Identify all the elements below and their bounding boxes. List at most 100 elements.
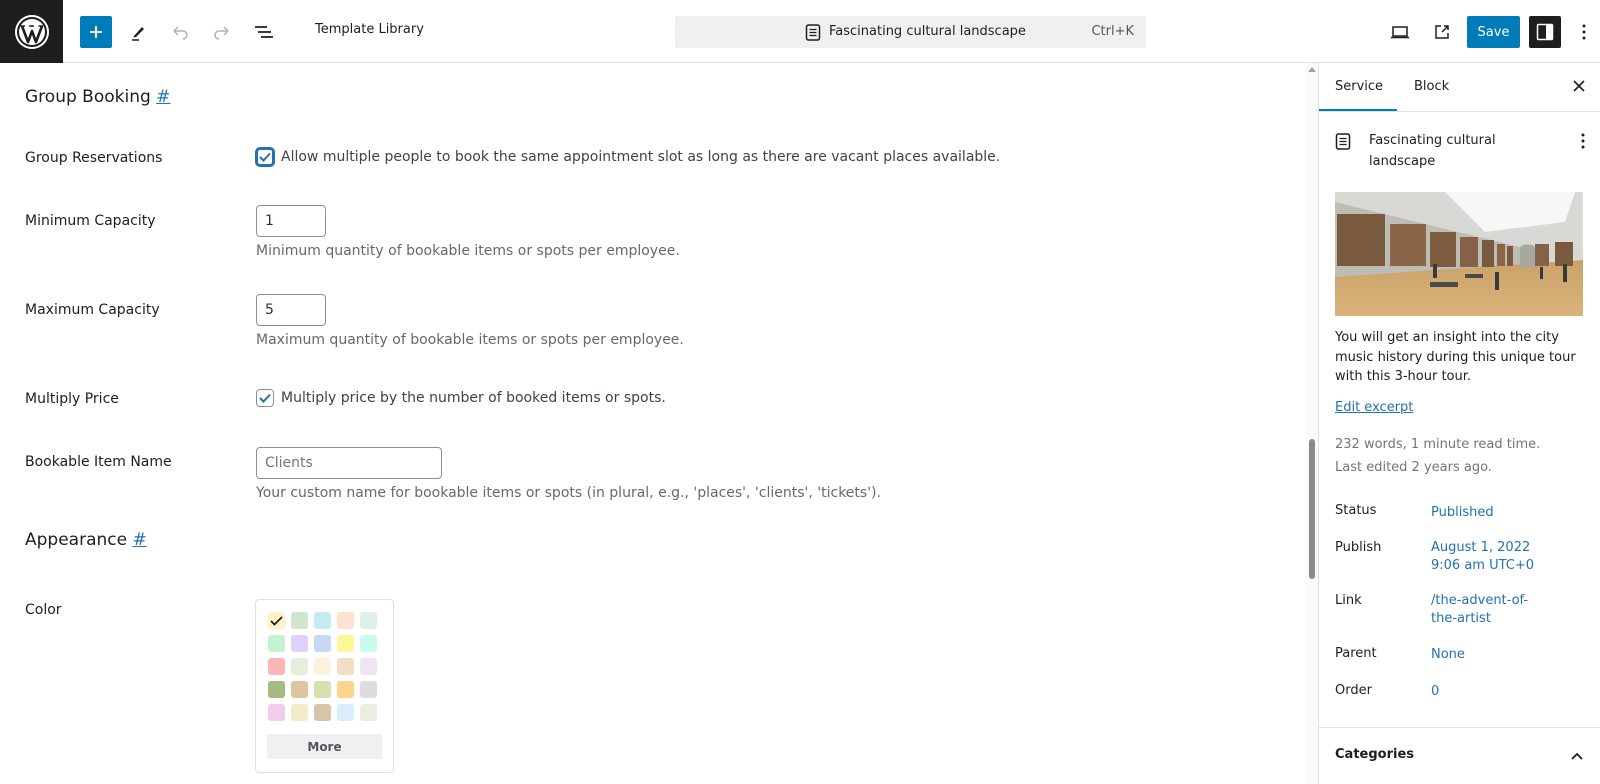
color-swatch[interactable] <box>268 635 285 652</box>
categories-panel-toggle[interactable]: Categories <box>1335 747 1414 762</box>
color-swatch[interactable] <box>337 635 354 652</box>
list-view-icon <box>255 26 273 38</box>
post-title: Fascinating cultural landscape <box>1369 133 1496 169</box>
document-icon <box>1335 133 1351 150</box>
save-button[interactable]: Save <box>1467 16 1520 48</box>
close-sidebar-button[interactable] <box>1571 78 1587 98</box>
undo-icon <box>173 26 188 40</box>
multiply-price-checkbox[interactable] <box>256 389 274 407</box>
color-swatch[interactable] <box>337 612 354 629</box>
publish-date-button[interactable]: August 1, 2022 9:06 am UTC+0 <box>1431 539 1561 575</box>
status-value-button[interactable]: Published <box>1431 504 1561 522</box>
permalink-button[interactable]: /the-advent-of- the-artist <box>1431 592 1561 628</box>
color-swatch[interactable] <box>291 681 308 698</box>
color-swatch[interactable] <box>337 681 354 698</box>
tab-service[interactable]: Service <box>1335 79 1383 94</box>
color-swatch[interactable] <box>337 704 354 721</box>
order-value-button[interactable]: 0 <box>1431 683 1561 701</box>
color-swatch[interactable] <box>268 704 285 721</box>
color-swatch[interactable] <box>314 635 331 652</box>
group-reservations-text: Allow multiple people to book the same a… <box>281 149 1001 165</box>
multiply-price-text: Multiply price by the number of booked i… <box>281 390 666 406</box>
color-swatch[interactable] <box>360 681 377 698</box>
tab-block[interactable]: Block <box>1414 79 1449 94</box>
color-swatch[interactable] <box>291 635 308 652</box>
minimum-capacity-label: Minimum Capacity <box>25 213 156 229</box>
wordpress-logo-button[interactable] <box>0 0 63 63</box>
featured-image[interactable] <box>1335 192 1583 316</box>
last-edited: Last edited 2 years ago. <box>1335 460 1492 475</box>
view-post-button[interactable] <box>1426 16 1458 48</box>
publish-label: Publish <box>1335 540 1382 555</box>
more-colors-button[interactable]: More <box>267 734 382 759</box>
permalink-line2: the-artist <box>1431 611 1491 626</box>
link-label: Link <box>1335 593 1362 608</box>
settings-toggle-button[interactable] <box>1529 16 1561 48</box>
bookable-item-name-label: Bookable Item Name <box>25 454 172 470</box>
chevron-up-icon <box>1571 752 1583 760</box>
editor-canvas: Group Booking # Group Reservations Allow… <box>0 63 1306 784</box>
editor-header: Template Library Fascinating cultural la… <box>0 0 1600 63</box>
post-actions-button[interactable] <box>1580 132 1586 154</box>
color-swatch[interactable] <box>314 658 331 675</box>
preview-button[interactable] <box>1384 16 1416 48</box>
color-swatch[interactable] <box>314 612 331 629</box>
tools-button[interactable] <box>122 16 154 48</box>
multiply-price-label: Multiply Price <box>25 391 119 407</box>
parent-value-button[interactable]: None <box>1431 646 1561 664</box>
maximum-capacity-input[interactable] <box>256 294 326 326</box>
options-menu-button[interactable] <box>1572 16 1596 48</box>
group-reservations-checkbox[interactable] <box>256 148 274 166</box>
group-booking-anchor-link[interactable]: # <box>156 87 170 107</box>
color-swatch[interactable] <box>314 681 331 698</box>
panel-divider <box>1319 727 1600 728</box>
template-library-link[interactable]: Template Library <box>315 22 424 37</box>
command-palette-button[interactable]: Fascinating cultural landscape Ctrl+K <box>675 16 1146 48</box>
group-reservations-option[interactable]: Allow multiple people to book the same a… <box>256 148 1000 166</box>
add-block-button[interactable] <box>80 16 112 48</box>
sidebar-tabs: Service Block <box>1319 63 1600 112</box>
order-label: Order <box>1335 683 1372 698</box>
bookable-item-name-input[interactable] <box>256 447 442 479</box>
document-overview-button[interactable] <box>248 16 280 48</box>
sidebar-icon <box>1536 23 1554 41</box>
group-reservations-label: Group Reservations <box>25 150 163 166</box>
checkmark-icon <box>270 615 283 626</box>
color-swatch[interactable] <box>337 658 354 675</box>
color-swatch[interactable] <box>291 658 308 675</box>
minimum-capacity-description: Minimum quantity of bookable items or sp… <box>256 243 680 259</box>
color-swatch[interactable] <box>360 612 377 629</box>
multiply-price-option[interactable]: Multiply price by the number of booked i… <box>256 389 666 407</box>
editor-scrollbar[interactable] <box>1306 63 1318 784</box>
external-link-icon <box>1435 25 1449 39</box>
redo-button[interactable] <box>206 16 238 48</box>
undo-button[interactable] <box>164 16 196 48</box>
color-swatch[interactable] <box>360 704 377 721</box>
color-palette: More <box>255 599 394 773</box>
plus-icon <box>90 26 102 38</box>
bookable-item-name-description: Your custom name for bookable items or s… <box>256 485 881 501</box>
color-swatch[interactable] <box>291 612 308 629</box>
post-excerpt: You will get an insight into the city mu… <box>1335 330 1576 384</box>
permalink-line1: /the-advent-of- <box>1431 593 1529 608</box>
categories-collapse-button[interactable] <box>1570 746 1584 765</box>
appearance-heading: Appearance # <box>25 530 147 550</box>
appearance-anchor-link[interactable]: # <box>132 530 146 550</box>
color-swatch[interactable] <box>360 658 377 675</box>
color-label: Color <box>25 602 62 618</box>
color-swatches <box>268 612 377 721</box>
color-swatch[interactable] <box>360 635 377 652</box>
edit-excerpt-link[interactable]: Edit excerpt <box>1335 400 1413 415</box>
keyboard-shortcut: Ctrl+K <box>1091 24 1134 39</box>
color-swatch[interactable] <box>268 658 285 675</box>
color-swatch[interactable] <box>291 704 308 721</box>
color-swatch[interactable] <box>268 612 285 629</box>
minimum-capacity-input[interactable] <box>256 205 326 237</box>
group-booking-heading: Group Booking # <box>25 87 170 107</box>
checkmark-icon <box>259 152 271 162</box>
redo-icon <box>214 26 229 40</box>
color-swatch[interactable] <box>268 681 285 698</box>
scrollbar-thumb[interactable] <box>1309 439 1315 579</box>
color-swatch[interactable] <box>314 704 331 721</box>
scroll-up-arrow-icon[interactable] <box>1308 67 1316 72</box>
